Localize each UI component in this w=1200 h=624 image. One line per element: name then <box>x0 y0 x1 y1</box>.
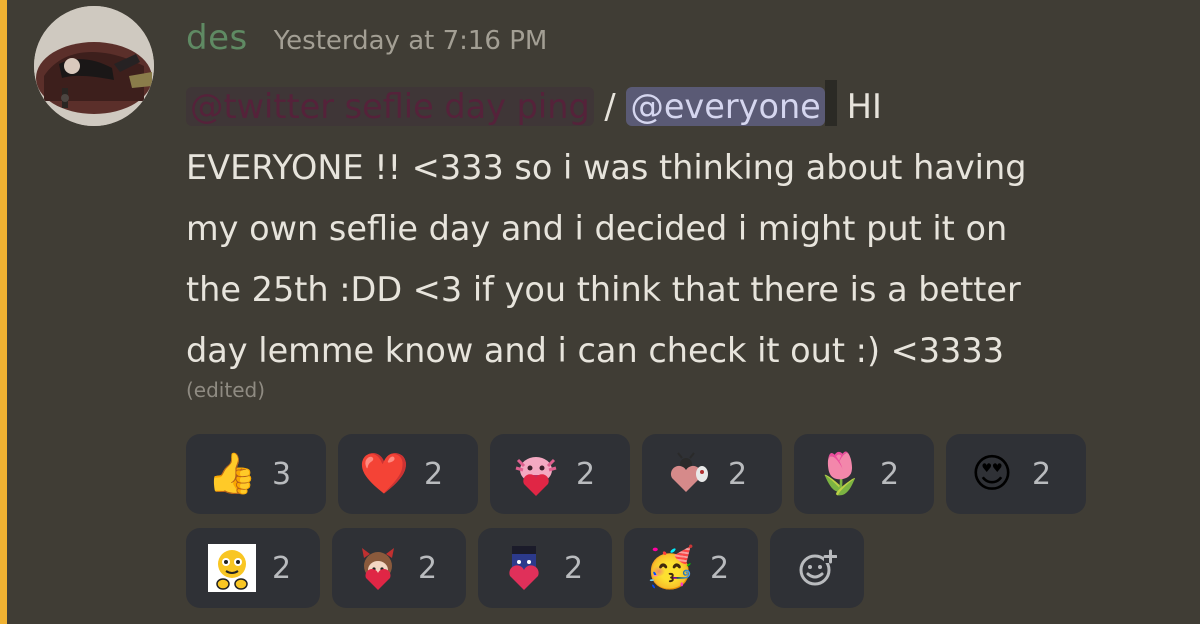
message-content: @twitter seflie day ping / @everyone HI E… <box>186 76 1176 381</box>
reactions: 👍 3 ❤️ 2 2 2 🌷 2 😍 2 2 2 2 🥳 2 <box>186 434 1086 622</box>
reaction-tulip[interactable]: 🌷 2 <box>794 434 934 514</box>
partying-face-icon: 🥳 <box>645 545 695 591</box>
tulip-icon: 🌷 <box>815 451 865 497</box>
reaction-red-heart[interactable]: ❤️ 2 <box>338 434 478 514</box>
edited-label: (edited) <box>186 378 266 402</box>
reaction-thumbs-up[interactable]: 👍 3 <box>186 434 326 514</box>
reaction-count: 3 <box>272 456 292 492</box>
reaction-count: 2 <box>424 456 444 492</box>
mention-highlight-bar <box>0 0 7 624</box>
reaction-ladybug-heart[interactable]: 2 <box>642 434 782 514</box>
reaction-count: 2 <box>1032 456 1052 492</box>
text-cursor <box>824 80 837 126</box>
message-text: HI <box>846 87 882 126</box>
reaction-pink-axolotl-heart[interactable]: 2 <box>490 434 630 514</box>
reaction-count: 2 <box>710 550 730 586</box>
reaction-devil-girl-heart[interactable]: 2 <box>332 528 466 608</box>
reaction-count: 2 <box>272 550 292 586</box>
ladybug-heart-icon <box>664 450 712 498</box>
message-line: my own seflie day and i decided i might … <box>186 209 1008 248</box>
blue-creature-heart-icon <box>500 544 548 592</box>
avatar-image <box>34 6 154 126</box>
username[interactable]: des <box>186 18 248 58</box>
timestamp[interactable]: Yesterday at 7:16 PM <box>274 26 548 56</box>
reaction-count: 2 <box>728 456 748 492</box>
reaction-count: 2 <box>418 550 438 586</box>
cursed-smiley-hands-icon <box>208 544 256 592</box>
message-header: des Yesterday at 7:16 PM <box>186 18 547 68</box>
reaction-count: 2 <box>564 550 584 586</box>
reaction-partying-face[interactable]: 🥳 2 <box>624 528 758 608</box>
reaction-row: 👍 3 ❤️ 2 2 2 🌷 2 😍 2 <box>186 434 1086 514</box>
add-reaction-button[interactable] <box>770 528 864 608</box>
separator-text: / <box>593 87 627 126</box>
everyone-mention[interactable]: @everyone <box>626 87 825 126</box>
message-line: EVERYONE !! <333 so i was thinking about… <box>186 148 1027 187</box>
avatar[interactable] <box>34 6 154 126</box>
reaction-count: 2 <box>880 456 900 492</box>
reaction-row: 2 2 2 🥳 2 <box>186 528 1086 608</box>
red-heart-icon: ❤️ <box>359 451 409 497</box>
devil-girl-heart-icon <box>354 544 402 592</box>
message-line: the 25th :DD <3 if you think that there … <box>186 270 1021 309</box>
chat-message: des Yesterday at 7:16 PM @twitter seflie… <box>0 0 1200 624</box>
reaction-cursed-smiley-hands[interactable]: 2 <box>186 528 320 608</box>
add-reaction-icon <box>793 544 841 592</box>
message-line: @twitter seflie day ping / @everyone HI <box>186 76 1176 137</box>
message-line: day lemme know and i can check it out :)… <box>186 331 1005 370</box>
role-mention[interactable]: @twitter seflie day ping <box>186 87 594 126</box>
thumbs-up-icon: 👍 <box>207 451 257 497</box>
pink-axolotl-heart-icon <box>512 450 560 498</box>
reaction-heart-eyes[interactable]: 😍 2 <box>946 434 1086 514</box>
reaction-blue-creature-heart[interactable]: 2 <box>478 528 612 608</box>
heart-eyes-icon: 😍 <box>971 451 1013 497</box>
reaction-count: 2 <box>576 456 596 492</box>
